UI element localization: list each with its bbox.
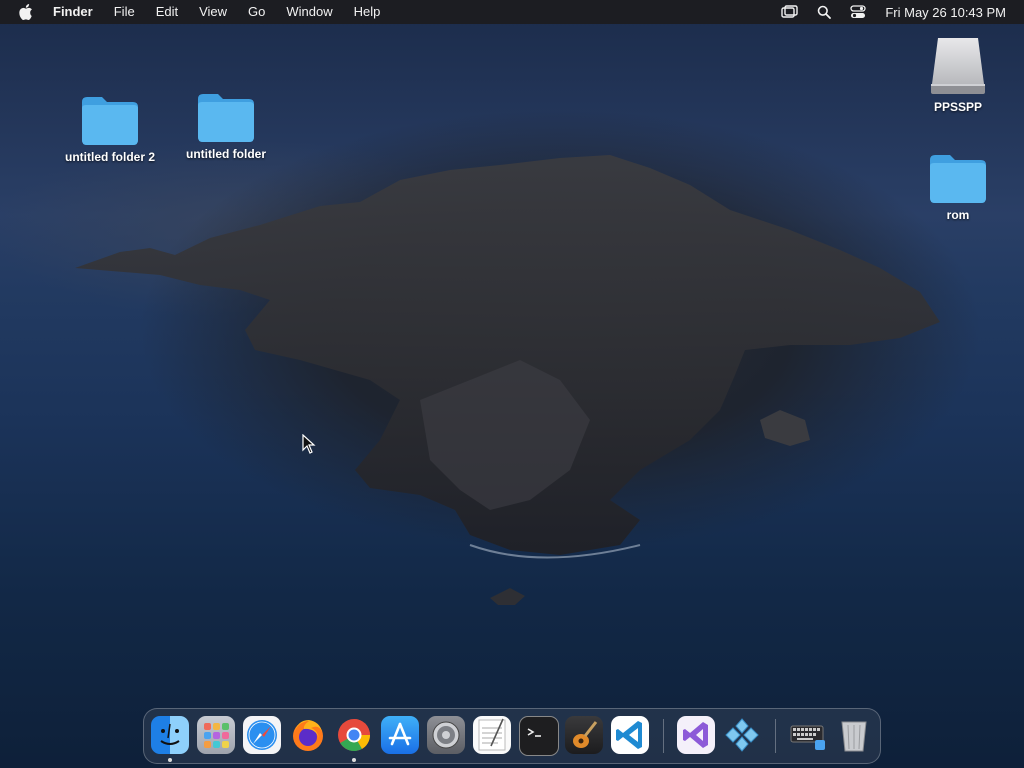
keyboard-viewer-icon[interactable]: [789, 716, 827, 754]
desktop-item-label: rom: [946, 208, 970, 222]
desktop-item-label: untitled folder 2: [65, 150, 155, 164]
menu-go[interactable]: Go: [248, 0, 265, 24]
menu-file[interactable]: File: [114, 0, 135, 24]
chrome-icon[interactable]: [335, 716, 373, 754]
visual-studio-icon[interactable]: [677, 716, 715, 754]
menu-view[interactable]: View: [199, 0, 227, 24]
menu-clock[interactable]: Fri May 26 10:43 PM: [885, 5, 1006, 20]
menu-edit[interactable]: Edit: [156, 0, 178, 24]
finder-running-indicator: [168, 758, 172, 762]
textedit-icon[interactable]: [473, 716, 511, 754]
dock-separator: [663, 719, 664, 753]
desktop-item-ppsspp[interactable]: PPSSPP: [918, 34, 998, 114]
finder-icon[interactable]: [151, 716, 189, 754]
dock-separator: [775, 719, 776, 753]
menu-help[interactable]: Help: [354, 0, 381, 24]
firefox-icon[interactable]: [289, 716, 327, 754]
terminal-icon[interactable]: [519, 716, 559, 756]
screen-mirroring-icon[interactable]: [781, 3, 799, 21]
dock: [143, 708, 881, 764]
menu-bar: Finder File Edit View Go Window Help Fri…: [0, 0, 1024, 24]
folder-icon: [930, 155, 986, 203]
folder-icon: [82, 97, 138, 145]
folder-icon: [198, 94, 254, 142]
safari-icon[interactable]: [243, 716, 281, 754]
mouse-cursor-icon: [302, 434, 316, 454]
ppsspp-icon[interactable]: [723, 716, 761, 754]
menu-finder[interactable]: Finder: [53, 0, 93, 24]
desktop-item-untitled-folder[interactable]: untitled folder: [176, 91, 276, 161]
desktop-item-label: untitled folder: [186, 147, 266, 161]
chrome-running-indicator: [352, 758, 356, 762]
desktop-item-untitled-folder-2[interactable]: untitled folder 2: [60, 94, 160, 164]
desktop-item-rom[interactable]: rom: [918, 152, 998, 222]
vscode-icon[interactable]: [611, 716, 649, 754]
menu-window[interactable]: Window: [286, 0, 332, 24]
control-center-icon[interactable]: [849, 3, 867, 21]
apple-icon[interactable]: [19, 4, 33, 20]
system-preferences-icon[interactable]: [427, 716, 465, 754]
spotlight-search-icon[interactable]: [815, 3, 833, 21]
garageband-icon[interactable]: [565, 716, 603, 754]
desktop-item-label: PPSSPP: [933, 100, 983, 114]
launchpad-icon[interactable]: [197, 716, 235, 754]
app-store-icon[interactable]: [381, 716, 419, 754]
trash-icon[interactable]: [835, 716, 873, 754]
disk-drive-icon: [931, 38, 985, 94]
